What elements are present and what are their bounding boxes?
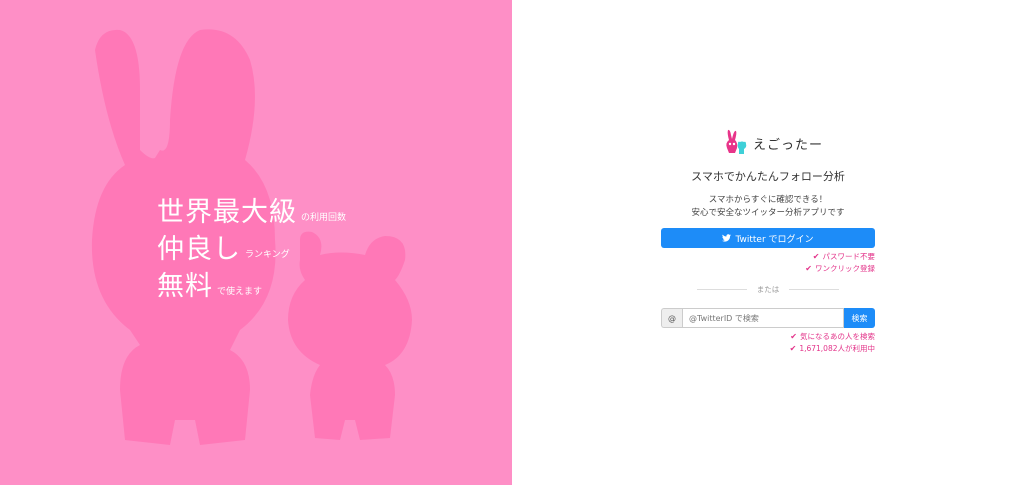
bunny-bear-logo-icon — [726, 129, 747, 154]
search-note-1: ✔ 気になるあの人を検索 — [790, 331, 875, 342]
check-icon: ✔ — [805, 264, 812, 273]
description-line-1: スマホからすぐに確認できる！ — [708, 195, 828, 205]
hero-line-3: 無料 で使えます — [157, 266, 346, 303]
or-divider: または — [697, 284, 839, 295]
search-button[interactable]: 検索 — [844, 308, 875, 328]
twitter-login-label: Twitter でログイン — [735, 234, 814, 245]
divider-text: または — [756, 285, 780, 294]
page-subtitle: スマホでかんたんフォロー分析 — [691, 170, 845, 183]
divider-line-right — [789, 289, 839, 290]
at-prefix: @ — [661, 308, 682, 328]
twitter-bird-icon — [722, 234, 732, 242]
login-panel: えごったー スマホでかんたんフォロー分析 スマホからすぐに確認できる！ 安心で安… — [512, 0, 1024, 485]
divider-line-left — [697, 289, 747, 290]
hero-line-2: 仲良し ランキング — [157, 229, 346, 266]
hero-line-2-big: 仲良し — [157, 234, 241, 265]
brand-name: えごったー — [753, 137, 824, 153]
page-root: 世界最大級 の利用回数 仲良し ランキング 無料 で使えます えごったー スマホ… — [0, 0, 1024, 485]
check-icon: ✔ — [812, 252, 820, 261]
login-note-1-text: パスワード不要 — [822, 252, 876, 261]
brand[interactable]: えごったー — [725, 129, 823, 157]
twitter-id-search-input[interactable] — [682, 308, 844, 328]
description-line-2: 安心で安全なツイッター分析アプリです — [691, 208, 845, 218]
search-form: @ 検索 — [661, 308, 875, 328]
login-note-1: ✔ パスワード不要 — [813, 251, 875, 262]
login-note-2: ✔ ワンクリック登録 — [805, 263, 875, 274]
check-icon: ✔ — [790, 332, 797, 341]
hero-line-3-big: 無料 — [157, 271, 213, 302]
search-note-1-text: 気になるあの人を検索 — [800, 332, 875, 341]
hero-panel: 世界最大級 の利用回数 仲良し ランキング 無料 で使えます — [0, 0, 512, 485]
search-note-2: ✔ 1,671,082人が利用中 — [790, 343, 875, 354]
hero-line-1: 世界最大級 の利用回数 — [157, 192, 346, 229]
hero-line-3-small: で使えます — [217, 287, 263, 297]
description: スマホからすぐに確認できる！ 安心で安全なツイッター分析アプリです — [512, 194, 1024, 220]
hero-line-2-small: ランキング — [245, 250, 290, 260]
twitter-login-button[interactable]: Twitter でログイン — [661, 228, 875, 248]
hero-line-1-small: の利用回数 — [301, 213, 347, 223]
hero-tagline: 世界最大級 の利用回数 仲良し ランキング 無料 で使えます — [157, 192, 346, 303]
login-note-2-text: ワンクリック登録 — [815, 264, 875, 273]
search-note-2-text: 1,671,082人が利用中 — [799, 344, 875, 353]
hero-line-1-big: 世界最大級 — [157, 197, 297, 228]
check-icon: ✔ — [789, 344, 797, 353]
